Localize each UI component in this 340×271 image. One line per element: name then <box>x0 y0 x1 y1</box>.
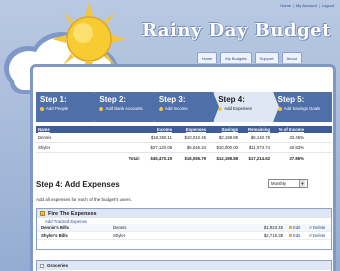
cell: $10,000.00 <box>216 145 238 150</box>
summary-table: Name Income Expenses Savings Remaining %… <box>36 126 332 163</box>
list-item: Dennis's Bills Dennis $1,923.45 Edit Del… <box>37 224 331 232</box>
pencil-icon <box>289 226 292 229</box>
step-1[interactable]: Step 1: Add People <box>36 92 101 122</box>
tab-support[interactable]: Support <box>254 52 279 63</box>
expense-owner: Dennis <box>113 225 127 230</box>
tab-my-budgets[interactable]: My Budgets <box>220 52 252 63</box>
collapse-icon[interactable]: - <box>40 211 45 216</box>
table-header: Name Income Expenses Savings Remaining %… <box>36 126 332 133</box>
step-heading: Step 4: Add Expenses <box>36 180 120 189</box>
cell: $16,056.79 <box>184 155 206 161</box>
expand-icon[interactable] <box>40 263 44 268</box>
cell: 37.86% <box>289 155 304 161</box>
step-arrow <box>153 92 160 122</box>
wizard-steps: Step 1: Add People Step 2: Add Bank Acco… <box>36 92 332 122</box>
panel-title: Groceries <box>47 263 69 268</box>
step-label: Add People <box>46 106 69 111</box>
step-label: Add Bank Accounts <box>105 106 143 111</box>
col-savings-header[interactable]: Savings <box>208 127 240 132</box>
col-expenses-header[interactable]: Expenses <box>174 127 208 132</box>
delete-label: Delete <box>313 233 326 238</box>
expense-amount: $2,718.38 <box>263 233 283 238</box>
tab-about[interactable]: About <box>281 52 302 63</box>
step-4[interactable]: Step 4: Add Expenses <box>214 92 279 122</box>
step-title: Step 4: <box>218 95 245 104</box>
expense-owner: Shyler <box>113 233 126 238</box>
top-links: Home | My Account | Logout <box>280 3 334 8</box>
list-item: Shyler's Bills Shyler $2,718.38 Edit Del… <box>37 232 331 240</box>
step-2[interactable]: Step 2: Add Bank Accounts <box>95 92 160 122</box>
edit-label: Edit <box>293 233 301 238</box>
separator: | <box>318 3 320 8</box>
panel-header[interactable]: - Fire The Expenses <box>37 209 331 218</box>
panel-header[interactable]: Groceries <box>37 261 331 270</box>
cell: $27,120.08 <box>150 145 172 150</box>
delete-label: Delete <box>313 225 326 230</box>
delete-button[interactable]: Delete <box>309 225 329 230</box>
cell: $6,046.34 <box>186 145 206 150</box>
expense-amount: $1,923.45 <box>263 225 283 230</box>
app-title: Rainy Day Budget <box>142 20 331 41</box>
step-title: Step 3: <box>158 95 186 104</box>
col-name-header[interactable]: Name <box>36 127 142 132</box>
col-percent-header[interactable]: % of Income <box>272 127 306 132</box>
step-5[interactable]: Step 5: Add Savings Goals <box>274 92 332 122</box>
cell: $12,198.88 <box>216 155 238 161</box>
cell: Dennis <box>38 135 52 140</box>
cell: $17,214.52 <box>248 155 270 161</box>
pencil-icon <box>289 234 292 237</box>
step-description: Add all expenses for each of the budget'… <box>36 197 132 202</box>
cell: $45,470.19 <box>150 155 172 161</box>
step-label: Add Savings Goals <box>283 106 321 111</box>
chevron-down-icon: ▼ <box>299 180 305 187</box>
delete-icon <box>309 234 312 237</box>
cell: $6,140.78 <box>250 135 270 140</box>
cell: Total: <box>128 155 140 161</box>
table-row: Dennis $18,350.11 $10,010.45 $2,198.88 $… <box>36 133 332 143</box>
expense-name: Shyler's Bills <box>41 233 68 238</box>
col-remaining-header[interactable]: Remaining <box>240 127 272 132</box>
cell: $2,198.88 <box>218 135 238 140</box>
cell: $10,010.45 <box>184 135 206 140</box>
step-title: Step 1: <box>40 95 67 104</box>
separator: | <box>292 3 295 8</box>
table-total-row: Total: $45,470.19 $16,056.79 $12,198.88 … <box>36 153 332 163</box>
tab-home[interactable]: Home <box>196 52 218 63</box>
groceries-panel: Groceries <box>36 260 332 271</box>
main-nav-tabs: Home My Budgets Support About <box>196 52 302 63</box>
delete-icon <box>309 226 312 229</box>
delete-button[interactable]: Delete <box>309 233 329 238</box>
edit-button[interactable]: Edit <box>289 233 309 238</box>
period-select[interactable]: Monthly ▼ <box>268 179 308 188</box>
expenses-panel: - Fire The Expenses Add Tracked Expense … <box>36 208 332 250</box>
step-dot-icon <box>40 106 44 111</box>
step-title: Step 5: <box>277 95 305 104</box>
step-3[interactable]: Step 3: Add Income <box>155 92 220 122</box>
cell: 40.83% <box>289 145 304 150</box>
my-account-link[interactable]: My Account <box>296 3 317 8</box>
edit-label: Edit <box>293 225 301 230</box>
col-income-header[interactable]: Income <box>142 127 174 132</box>
table-row: Shyler $27,120.08 $6,046.34 $10,000.00 $… <box>36 143 332 153</box>
step-arrow <box>272 92 279 122</box>
cell: 33.46% <box>289 135 304 140</box>
cell: $18,350.11 <box>150 135 172 140</box>
step-title: Step 2: <box>99 95 127 104</box>
cell: Shyler <box>38 145 51 150</box>
step-label: Add Expenses <box>224 106 252 111</box>
step-label: Add Income <box>164 106 188 111</box>
step-arrow <box>213 92 220 122</box>
logout-link[interactable]: Logout <box>322 3 334 8</box>
expense-name: Dennis's Bills <box>41 225 70 230</box>
panel-title: Fire The Expenses <box>48 210 97 217</box>
cell: $11,073.74 <box>248 145 270 150</box>
edit-button[interactable]: Edit <box>289 225 309 230</box>
step-arrow <box>94 92 101 122</box>
period-select-value: Monthly <box>271 181 287 186</box>
home-link[interactable]: Home <box>280 3 291 8</box>
